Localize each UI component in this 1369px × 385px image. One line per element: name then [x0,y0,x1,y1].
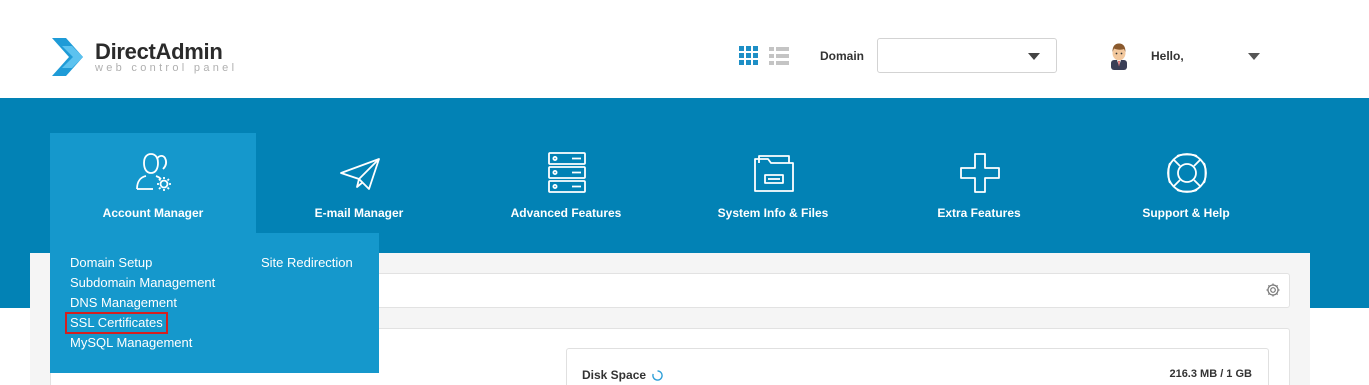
nav-support-help[interactable]: Support & Help [1083,133,1289,233]
logo-subtitle: web control panel [95,62,238,74]
disk-space-label: Disk Space [582,368,647,382]
nav-extra-features[interactable]: Extra Features [876,133,1082,233]
gear-icon[interactable] [1265,282,1281,298]
domain-label: Domain [820,49,865,63]
menu-item-ssl-certificates[interactable]: SSL Certificates [65,312,168,334]
lifebuoy-icon [1167,153,1207,193]
user-avatar-icon[interactable] [1108,42,1130,70]
chevron-down-icon [1028,53,1040,60]
nav-label: System Info & Files [717,206,829,220]
user-greeting: Hello, [1151,49,1184,63]
nav-label: Support & Help [1142,206,1230,220]
user-menu-chevron-icon[interactable] [1248,53,1260,60]
directadmin-logo[interactable]: DirectAdmin web control panel [50,34,250,80]
disk-space-value: 216.3 MB / 1 GB [1169,368,1252,380]
nav-account-manager[interactable]: Account Manager [50,133,256,233]
nav-advanced-features[interactable]: Advanced Features [463,133,669,233]
list-view-icon[interactable] [769,46,789,66]
grid-view-icon[interactable] [739,46,759,66]
nav-email-manager[interactable]: E-mail Manager [256,133,462,233]
menu-item-domain-setup[interactable]: Domain Setup [70,255,152,271]
domain-select[interactable] [877,38,1057,73]
loading-spinner-icon [652,370,663,381]
nav-label: E-mail Manager [314,206,404,220]
nav-label: Extra Features [937,206,1021,220]
menu-item-dns-management[interactable]: DNS Management [70,295,177,311]
nav-label: Account Manager [102,206,204,220]
menu-item-site-redirection[interactable]: Site Redirection [261,255,353,271]
plus-icon [960,153,1000,193]
server-database-icon [548,152,586,193]
users-gear-icon [136,153,171,191]
nav-system-info-files[interactable]: System Info & Files [670,133,876,233]
menu-item-mysql-management[interactable]: MySQL Management [70,335,192,351]
folder-icon [754,155,794,192]
menu-item-subdomain-management[interactable]: Subdomain Management [70,275,215,291]
top-header: DirectAdmin web control panel Domain Hel… [0,0,1369,98]
nav-label: Advanced Features [510,206,622,220]
logo-chevron-icon [52,38,83,76]
paper-plane-icon [340,158,380,190]
